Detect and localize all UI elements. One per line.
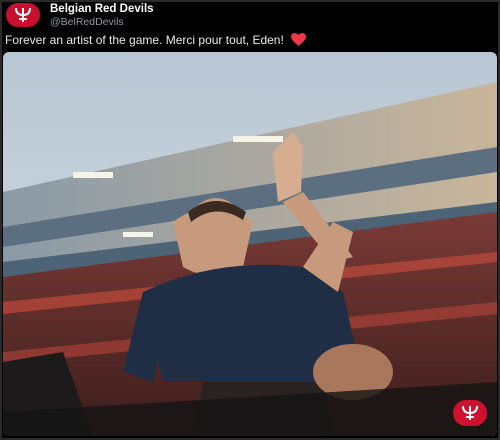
trident-logo-badge xyxy=(453,400,487,426)
red-heart-icon xyxy=(291,33,307,46)
tweet-media-photo[interactable] xyxy=(3,52,497,436)
tweet-header: Belgian Red Devils @BelRedDevils xyxy=(2,2,498,30)
account-handle[interactable]: @BelRedDevils xyxy=(50,16,124,28)
tweet-text: Forever an artist of the game. Merci pou… xyxy=(5,33,284,47)
stadium-photo xyxy=(3,52,497,436)
trident-logo-icon xyxy=(462,405,478,420)
tweet-body: Forever an artist of the game. Merci pou… xyxy=(5,33,307,47)
avatar[interactable] xyxy=(6,3,40,27)
trident-logo-icon xyxy=(15,7,31,22)
account-name[interactable]: Belgian Red Devils xyxy=(50,3,154,15)
